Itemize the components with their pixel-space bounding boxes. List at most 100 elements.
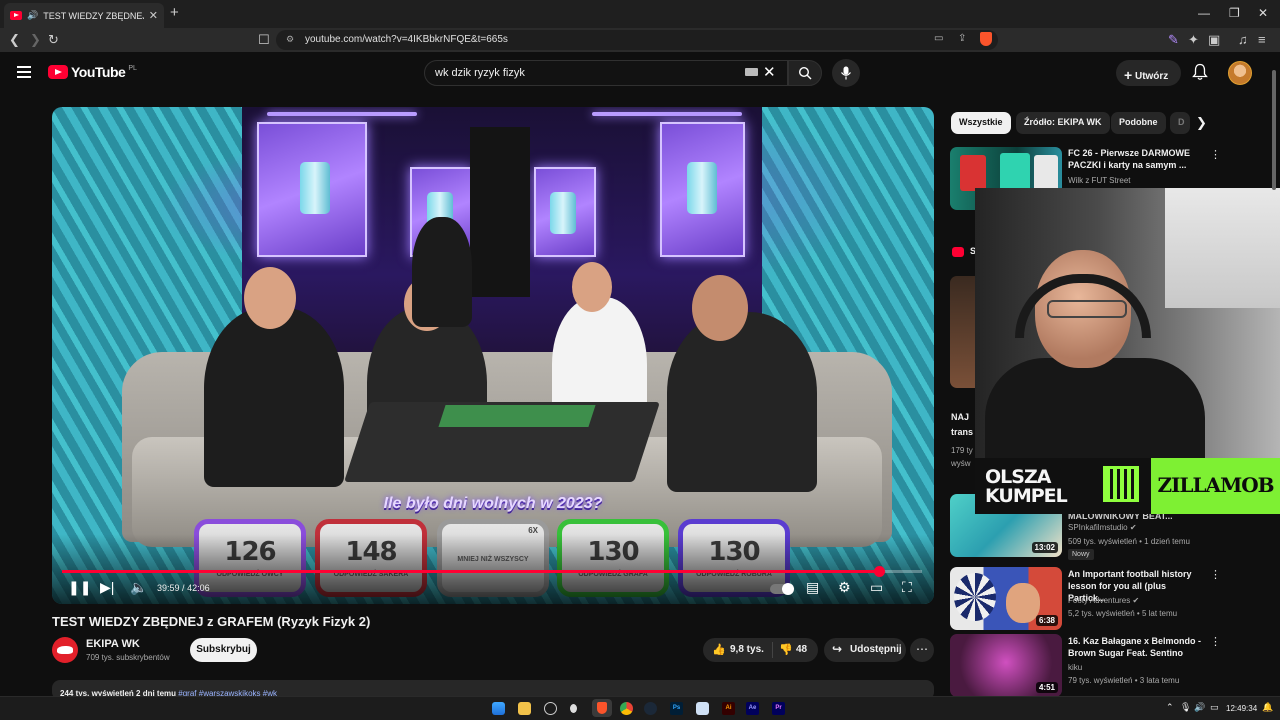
filter-chip[interactable]: Źródło: EKIPA WK (1016, 112, 1110, 134)
volume-tray-icon[interactable]: 🔊 (1194, 702, 1205, 713)
person-head (692, 275, 748, 341)
rec-menu-icon[interactable]: ⋮ (1210, 568, 1221, 581)
subscriber-count: 709 tys. subskrybentów (86, 653, 170, 662)
hamburger-menu-icon[interactable] (17, 66, 31, 78)
search-value: wk dzik ryzyk fizyk (435, 67, 525, 79)
search-input[interactable]: wk dzik ryzyk fizyk (424, 60, 788, 86)
rec-thumbnail-partial[interactable] (950, 276, 976, 388)
taskbar-clock[interactable]: 12:49:34 (1226, 704, 1257, 713)
share-button[interactable]: ↪ Udostępnij (824, 638, 906, 662)
notifications-tray-icon[interactable]: 🔔 (1262, 702, 1273, 713)
app-icon[interactable] (570, 704, 577, 713)
create-button[interactable]: + Utwórz (1116, 60, 1181, 86)
illustrator-icon[interactable]: Ai (722, 702, 735, 715)
after-effects-icon[interactable]: Ae (746, 702, 759, 715)
filter-chip[interactable]: D (1170, 112, 1190, 134)
steam-icon[interactable] (644, 702, 657, 715)
filter-chip[interactable]: Wszystkie (951, 112, 1011, 134)
progress-fill (62, 570, 879, 573)
thumbnail-card (960, 155, 986, 191)
more-actions-button[interactable]: ⋯ (910, 638, 934, 662)
progress-scrubber[interactable] (874, 566, 885, 577)
bookmark-icon[interactable]: ☐ (258, 32, 270, 48)
site-info-icon[interactable]: ⚙ (286, 34, 294, 45)
rec-menu-icon[interactable]: ⋮ (1210, 148, 1221, 161)
back-icon[interactable]: ❮ (9, 32, 20, 48)
like-icon[interactable]: 👍 (712, 643, 726, 656)
wallet-icon[interactable]: ▣ (1208, 32, 1220, 48)
notifications-bell-icon[interactable] (1192, 63, 1208, 81)
chrome-icon[interactable] (620, 702, 633, 715)
speaker-icon[interactable]: 🔊 (27, 10, 38, 21)
reload-icon[interactable]: ↻ (48, 32, 59, 48)
pause-icon[interactable]: ❚❚ (68, 579, 91, 596)
window-close-icon[interactable]: ✕ (1258, 6, 1268, 20)
new-tab-icon[interactable]: + (170, 4, 179, 21)
network-tray-icon[interactable]: ▭ (1210, 702, 1219, 713)
media-icon[interactable]: ♫ (1238, 32, 1248, 47)
leo-icon[interactable]: ✎ (1168, 32, 1179, 48)
duration-badge: 6:38 (1035, 615, 1058, 626)
youtube-logo[interactable]: YouTube PL (48, 64, 137, 80)
tray-chevron-icon[interactable]: ⌃ (1166, 702, 1174, 713)
theater-mode-icon[interactable]: ▭ (870, 579, 883, 596)
section-icon (952, 247, 964, 257)
clear-search-icon[interactable]: ✕ (763, 63, 776, 81)
next-video-icon[interactable]: ▶| (100, 579, 114, 596)
rec-stats: 5,2 tys. wyświetleń • 5 lat temu (1068, 609, 1178, 618)
rec-title[interactable]: FC 26 - Pierwsze DARMOWE PACZKI i karty … (1068, 147, 1204, 171)
rec-title-partial[interactable]: NAJ (951, 412, 969, 422)
subscribe-button[interactable]: Subskrybuj (190, 638, 257, 662)
restore-icon[interactable]: ❐ (1229, 6, 1240, 20)
url-text: youtube.com/watch?v=4IKBbkrNFQE&t=665s (305, 34, 508, 45)
like-count[interactable]: 9,8 tys. (730, 644, 764, 655)
url-bar[interactable]: ⚙ youtube.com/watch?v=4IKBbkrNFQE&t=665s… (276, 30, 998, 50)
keyboard-icon[interactable] (745, 68, 758, 76)
brave-shield-icon[interactable] (980, 32, 992, 46)
subtitles-icon[interactable]: ▤ (806, 579, 819, 596)
share-label: Udostępnij (850, 644, 902, 655)
menu-icon[interactable]: ≡ (1258, 32, 1266, 47)
fullscreen-icon[interactable]: ⛶ (902, 579, 912, 596)
channel-name[interactable]: EKIPA WK (86, 638, 140, 650)
account-avatar[interactable] (1228, 61, 1252, 85)
brave-taskbar-icon[interactable] (592, 699, 612, 717)
dislike-icon[interactable]: 👎 (779, 643, 793, 656)
rec-menu-icon[interactable]: ⋮ (1210, 635, 1221, 648)
minimize-icon[interactable]: — (1198, 6, 1210, 20)
filter-chip[interactable]: Podobne (1111, 112, 1166, 134)
progress-bar[interactable] (62, 566, 922, 577)
browser-tabstrip: 🔊 TEST WIEDZY ZBĘDNEJ z GRAFEM ✕ + — ❐ ✕ (0, 0, 1280, 28)
forward-icon[interactable]: ❯ (30, 32, 41, 48)
settings-gear-icon[interactable]: ⚙ (838, 579, 851, 596)
premiere-icon[interactable]: Pr (772, 702, 785, 715)
chips-next-icon[interactable]: ❯ (1196, 115, 1207, 131)
share-page-icon[interactable]: ⇪ (958, 33, 966, 44)
rec-thumbnail[interactable]: 6:38 (950, 567, 1062, 630)
channel-avatar[interactable] (52, 637, 78, 663)
rec-title[interactable]: 16. Kaz Bałagane x Belmondo - Brown Suga… (1068, 635, 1204, 659)
scrollbar-thumb[interactable] (1272, 70, 1276, 190)
rec-channel-name: Footy Adventures (1068, 596, 1131, 605)
voice-search-button[interactable] (832, 59, 860, 87)
rec-thumbnail[interactable]: 4:51 (950, 634, 1062, 697)
qr-code (1103, 466, 1139, 502)
mic-tray-icon[interactable]: 🎙 (1180, 702, 1191, 713)
search-button[interactable] (788, 60, 822, 86)
browser-tab[interactable]: 🔊 TEST WIEDZY ZBĘDNEJ z GRAFEM ✕ (4, 3, 164, 28)
tab-close-icon[interactable]: ✕ (149, 9, 158, 22)
start-icon[interactable] (492, 702, 505, 715)
photoshop-icon[interactable]: Ps (670, 702, 683, 715)
notepad-icon[interactable] (696, 702, 709, 715)
file-explorer-icon[interactable] (518, 702, 531, 715)
person-head (572, 262, 612, 312)
app-icon[interactable] (544, 702, 557, 715)
person (204, 307, 344, 487)
rec-title-partial[interactable]: trans (951, 427, 973, 437)
autoplay-toggle[interactable] (770, 583, 794, 595)
extensions-icon[interactable]: ✦ (1188, 32, 1199, 48)
cast-icon[interactable]: ▭ (934, 33, 943, 44)
controls-gradient (52, 534, 934, 604)
video-player[interactable]: Ile było dni wolnych w 2023? 126ODPOWIED… (52, 107, 934, 604)
volume-icon[interactable]: 🔈 (130, 579, 147, 596)
